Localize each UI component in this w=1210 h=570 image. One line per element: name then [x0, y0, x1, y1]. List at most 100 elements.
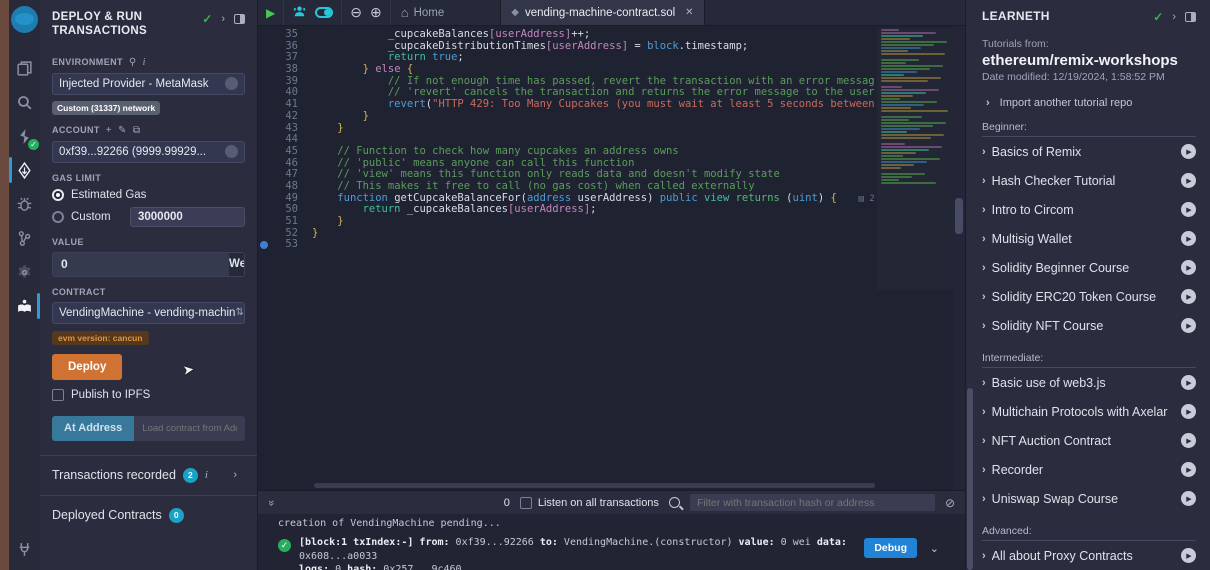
terminal-transaction-row[interactable]: ✓ [block:1 txIndex:-] from: 0xf39...9226… [278, 536, 965, 570]
learneth-icon[interactable] [9, 289, 40, 323]
at-address-button[interactable]: At Address [52, 416, 134, 441]
code-line[interactable]: 41 revert("HTTP 429: Too Many Cupcakes (… [258, 99, 875, 111]
tutorial-play-icon[interactable]: ▶ [1181, 548, 1196, 563]
tutorial-item[interactable]: ›Recorder▶ [982, 455, 1196, 484]
tutorial-item[interactable]: ›NFT Auction Contract▶ [982, 426, 1196, 455]
custom-gas-input[interactable] [130, 207, 245, 227]
terminal-expand-icon[interactable]: » [265, 499, 277, 505]
tutorial-play-icon[interactable]: ▶ [1181, 433, 1196, 448]
tutorial-item[interactable]: ›Multichain Protocols with Axelar▶ [982, 397, 1196, 426]
tutorial-play-icon[interactable]: ▶ [1181, 144, 1196, 159]
terminal-filter-input[interactable] [690, 494, 935, 511]
environment-select[interactable]: Injected Provider - MetaMask [52, 73, 245, 95]
tutorial-play-icon[interactable]: ▶ [1181, 375, 1196, 390]
learneth-collapse-icon[interactable]: › [1172, 11, 1176, 23]
tutorial-item[interactable]: ›Solidity ERC20 Token Course▶ [982, 282, 1196, 311]
account-copy-icon[interactable] [225, 145, 238, 158]
code-line[interactable]: 36 _cupcakeDistributionTimes[userAddress… [258, 41, 875, 53]
deployed-contracts-row[interactable]: Deployed Contracts 0 [40, 496, 257, 535]
run-script-icon[interactable]: ▶ [266, 6, 275, 20]
line-number[interactable]: 48 [258, 181, 312, 193]
code-line[interactable]: 51 } [258, 216, 875, 228]
listen-all-transactions-option[interactable]: Listen on all transactions [520, 497, 659, 509]
tutorial-expand-icon[interactable]: › [982, 406, 986, 418]
tutorial-expand-icon[interactable]: › [982, 146, 986, 158]
tutorial-expand-icon[interactable]: › [982, 435, 986, 447]
tx-expand-icon[interactable]: ⌄ [930, 542, 939, 555]
tutorial-expand-icon[interactable]: › [982, 204, 986, 216]
tutorial-play-icon[interactable]: ▶ [1181, 491, 1196, 506]
code-line[interactable]: 37 return true; [258, 52, 875, 64]
code-line[interactable]: 39 // If not enough time has passed, rev… [258, 76, 875, 88]
tutorial-expand-icon[interactable]: › [982, 550, 986, 562]
deploy-button[interactable]: Deploy [52, 354, 122, 380]
debug-button[interactable]: Debug [864, 538, 917, 558]
value-unit-select[interactable]: Wei▲▼ [229, 253, 245, 276]
code-line[interactable]: 50 return _cupcakeBalances[userAddress]; [258, 204, 875, 216]
add-account-icon[interactable]: + [106, 125, 112, 136]
editor-horizontal-scrollbar[interactable] [314, 483, 875, 488]
copy-account-icon[interactable]: ⧉ [133, 125, 141, 136]
edit-account-icon[interactable]: ✎ [118, 125, 127, 136]
estimated-gas-option[interactable]: Estimated Gas [52, 189, 245, 201]
code-line[interactable]: 42 } [258, 111, 875, 123]
tutorial-play-icon[interactable]: ▶ [1181, 462, 1196, 477]
value-input[interactable] [53, 253, 229, 276]
code-editor[interactable]: 35 _cupcakeBalances[userAddress]++;36 _c… [258, 26, 965, 490]
ai-toggle-icon[interactable] [315, 7, 333, 18]
tutorial-expand-icon[interactable]: › [982, 291, 986, 303]
transactions-expand-icon[interactable]: › [233, 469, 237, 481]
code-line[interactable]: 49 function getCupcakeBalanceFor(address… [258, 193, 875, 205]
line-number[interactable]: 38 [258, 64, 312, 76]
code-line[interactable]: 35 _cupcakeBalances[userAddress]++; [258, 29, 875, 41]
panel-collapse-icon[interactable]: › [221, 13, 225, 25]
tutorial-item[interactable]: ›Basic use of web3.js▶ [982, 368, 1196, 397]
tutorial-expand-icon[interactable]: › [982, 262, 986, 274]
line-number[interactable]: 35 [258, 29, 312, 41]
tutorial-expand-icon[interactable]: › [982, 464, 986, 476]
tutorial-play-icon[interactable]: ▶ [1181, 318, 1196, 333]
tutorial-item[interactable]: ›Solidity Beginner Course▶ [982, 253, 1196, 282]
tutorial-item[interactable]: ›Multisig Wallet▶ [982, 224, 1196, 253]
tutorial-play-icon[interactable]: ▶ [1181, 231, 1196, 246]
learneth-scrollbar[interactable] [966, 0, 974, 570]
listen-checkbox[interactable] [520, 497, 532, 509]
tutorial-play-icon[interactable]: ▶ [1181, 404, 1196, 419]
tutorial-item[interactable]: ›All about Proxy Contracts▶ [982, 541, 1196, 570]
search-icon[interactable] [9, 85, 40, 119]
breakpoint-dot[interactable] [260, 241, 268, 249]
tutorial-play-icon[interactable]: ▶ [1181, 260, 1196, 275]
tutorial-expand-icon[interactable]: › [982, 233, 986, 245]
minimap[interactable] [877, 28, 953, 290]
at-address-input[interactable] [134, 416, 245, 441]
learneth-pin-icon[interactable] [1185, 12, 1196, 22]
clear-console-icon[interactable]: ⊘ [945, 496, 955, 510]
deploy-run-icon[interactable] [9, 153, 40, 187]
account-select[interactable]: 0xf39...92266 (9999.99929... [52, 141, 245, 163]
editor-vertical-scrollbar[interactable] [953, 26, 965, 490]
scrollbar-thumb[interactable] [967, 388, 973, 570]
code-line[interactable]: 45 // Function to check how many cupcake… [258, 146, 875, 158]
plug-icon[interactable]: ⚲ [129, 57, 137, 68]
tutorial-item[interactable]: ›Uniswap Swap Course▶ [982, 484, 1196, 513]
remix-ai-assistant-icon[interactable] [292, 4, 307, 22]
custom-gas-option[interactable]: Custom [52, 207, 245, 227]
tutorial-item[interactable]: ›Basics of Remix▶ [982, 137, 1196, 166]
environment-info-icon[interactable]: i [143, 57, 146, 68]
plugin-manager-icon[interactable] [9, 532, 40, 566]
line-number[interactable]: 53 [258, 239, 312, 251]
code-line[interactable]: 46 // 'public' means anyone can call thi… [258, 158, 875, 170]
transactions-info-icon[interactable]: i [205, 469, 208, 481]
tab-vending-machine-contract[interactable]: ◆ vending-machine-contract.sol ✕ [500, 0, 704, 25]
line-number[interactable]: 45 [258, 146, 312, 158]
tutorial-expand-icon[interactable]: › [982, 377, 986, 389]
solidity-compiler-icon[interactable]: ✓ [9, 119, 40, 153]
import-tutorial-repo[interactable]: › Import another tutorial repo [986, 97, 1196, 109]
tutorial-item[interactable]: ›Hash Checker Tutorial▶ [982, 166, 1196, 195]
environment-copy-icon[interactable] [225, 77, 238, 90]
zoom-out-icon[interactable]: ⊖ [350, 4, 362, 21]
tutorial-item[interactable]: ›Intro to Circom▶ [982, 195, 1196, 224]
publish-ipfs-checkbox[interactable] [52, 389, 64, 401]
tutorial-expand-icon[interactable]: › [982, 493, 986, 505]
code-line[interactable]: 53 [258, 239, 875, 251]
